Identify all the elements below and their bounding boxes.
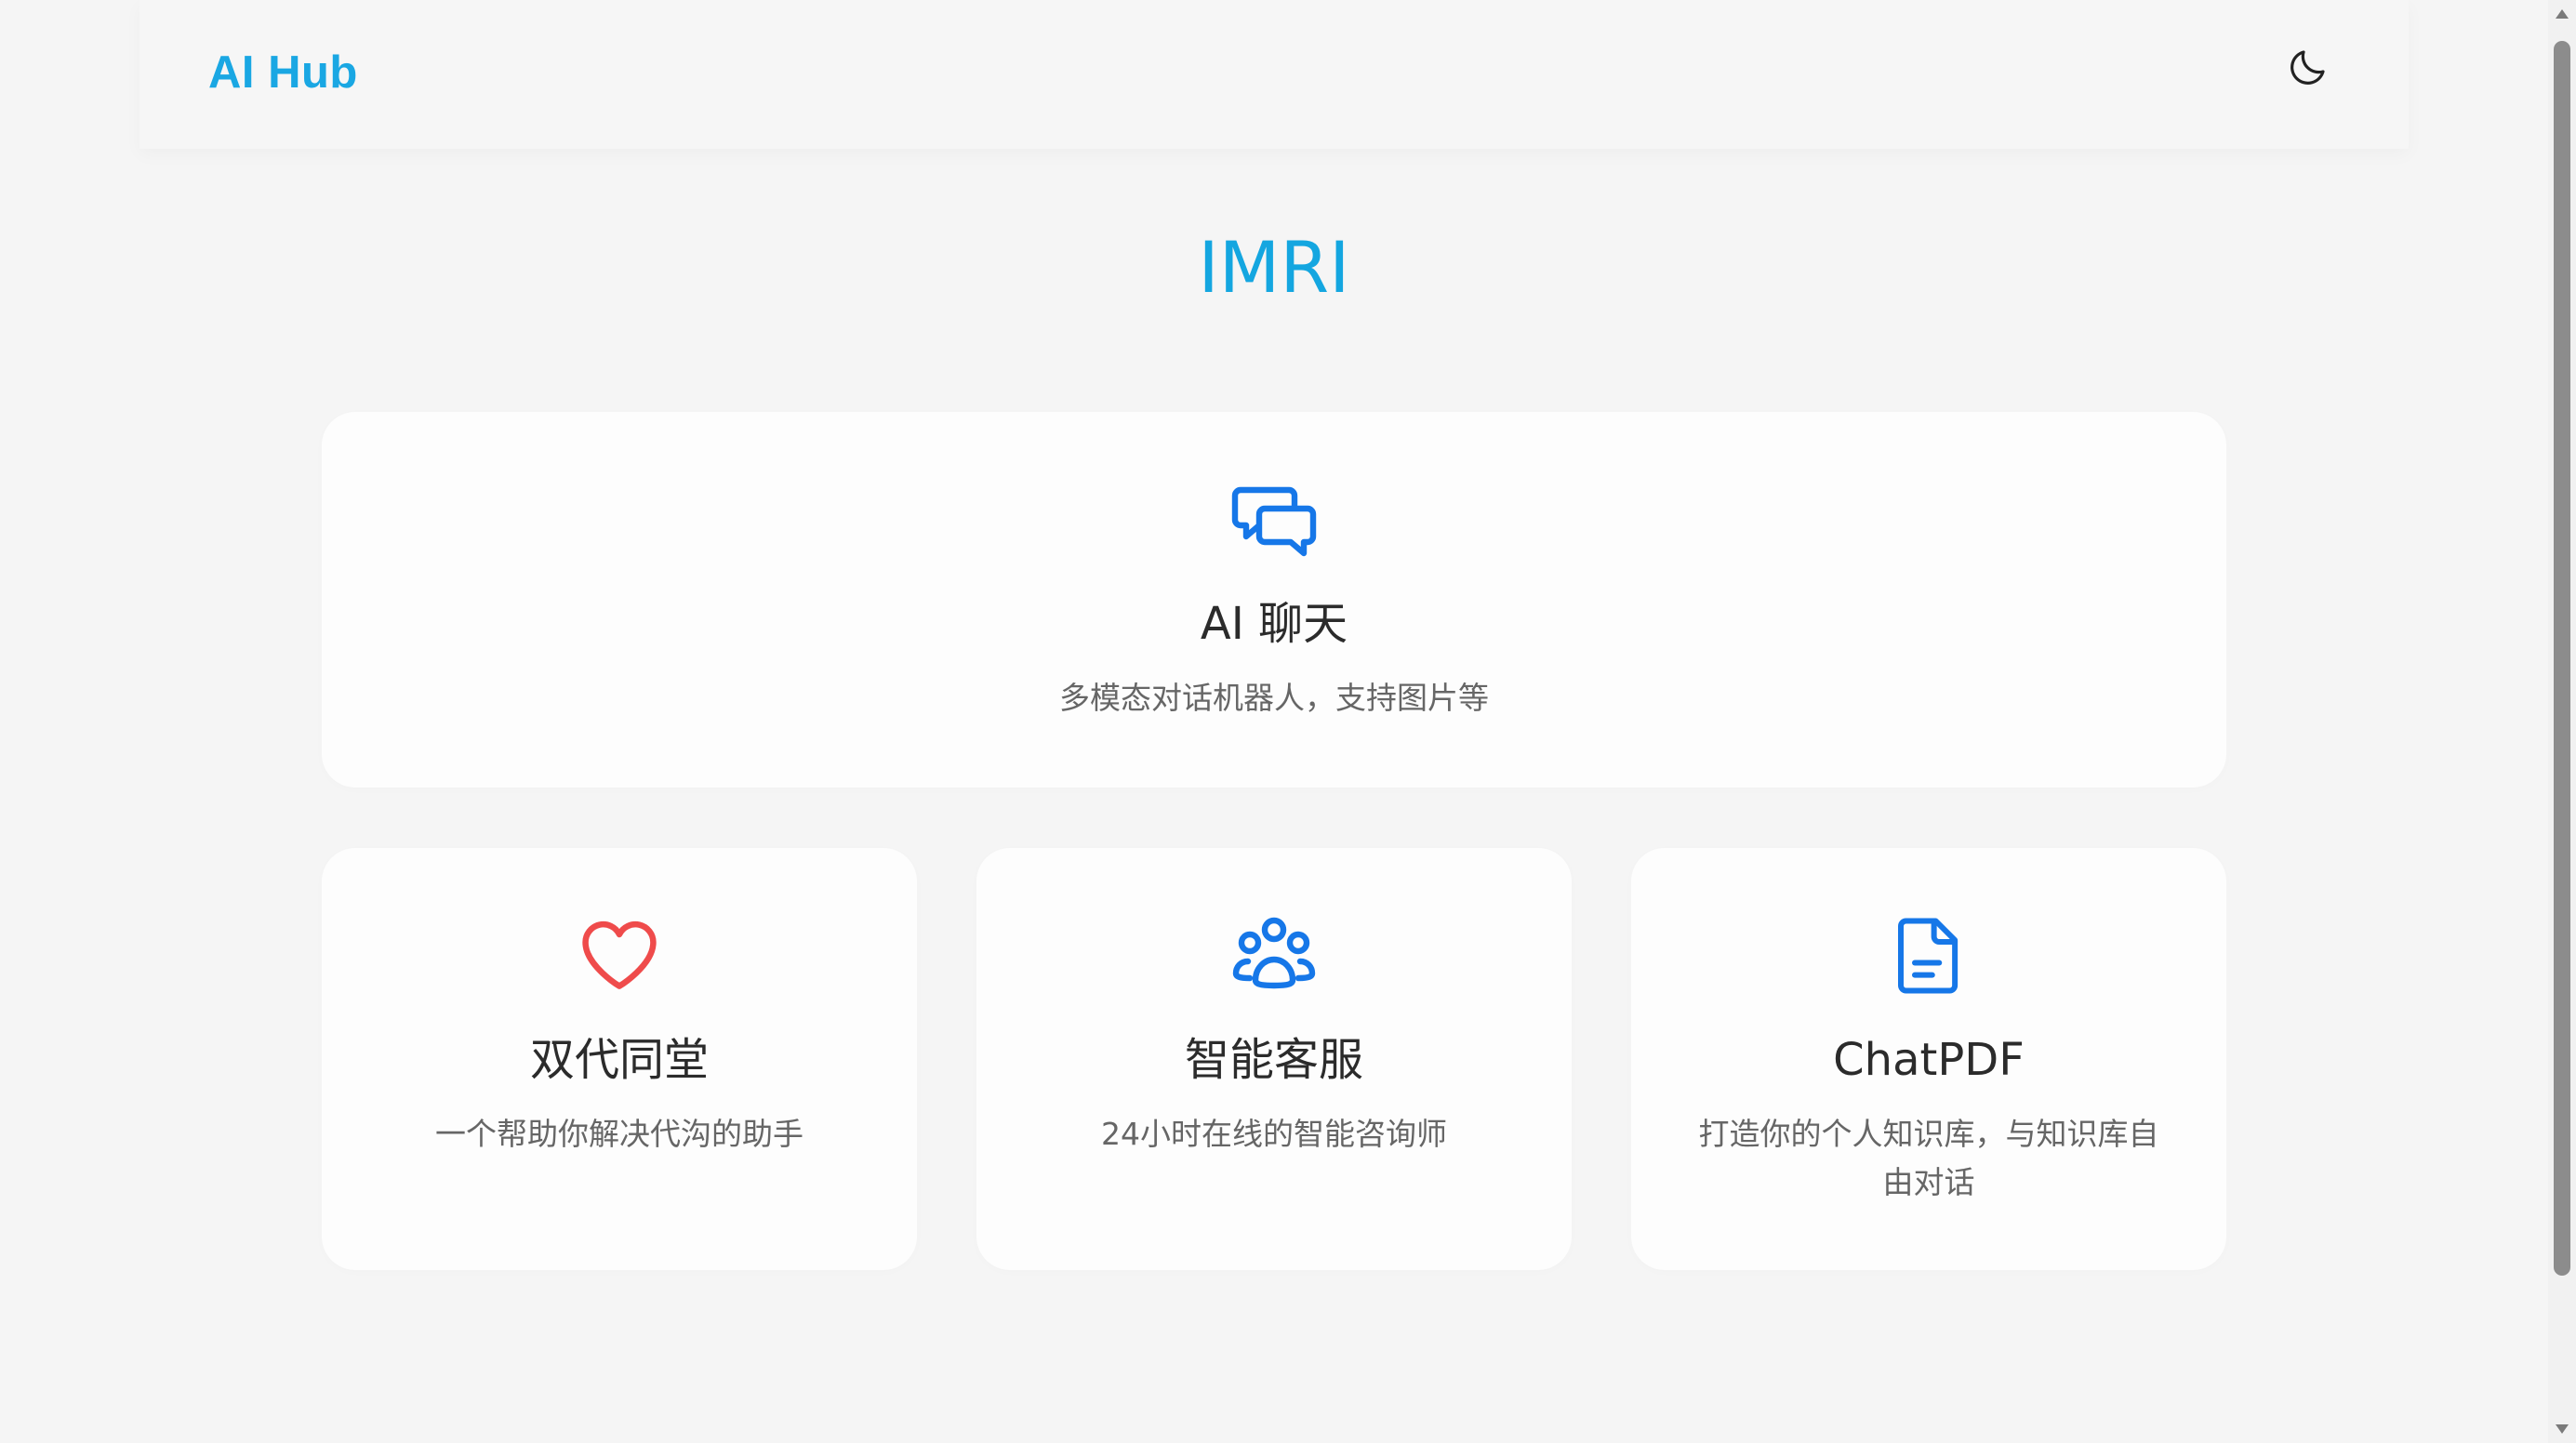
document-icon [1898,918,1959,994]
scrollbar-thumb[interactable] [2554,41,2570,1276]
card-description: 打造你的个人知识库，与知识库自由对话 [1698,1116,2159,1200]
card-chatpdf[interactable]: ChatPDF 打造你的个人知识库，与知识库自由对话 [1631,848,2226,1270]
scroll-up-arrow-icon[interactable] [2548,0,2576,28]
card-description: 多模态对话机器人，支持图片等 [1059,680,1489,716]
card-icon-wrap [573,909,666,1002]
card-title: ChatPDF [1833,1034,2025,1086]
heart-icon [582,920,657,989]
viewport: AI Hub IMRI AI 聊天 多模态对话机器人，支持图片等 双代同堂 一个… [0,0,2548,1443]
scroll-down-arrow-icon[interactable] [2548,1415,2576,1443]
card-smart-service[interactable]: 智能客服 24小时在线的智能咨询师 [976,848,1572,1270]
theme-toggle-button[interactable] [2282,41,2334,93]
card-ai-chat[interactable]: AI 聊天 多模态对话机器人，支持图片等 [322,412,2226,788]
page-title: IMRI [1198,226,1350,309]
card-description: 一个帮助你解决代沟的助手 [435,1116,803,1152]
page: AI Hub IMRI AI 聊天 多模态对话机器人，支持图片等 双代同堂 一个… [0,0,2576,1443]
users-group-icon [1232,917,1316,989]
card-title: AI 聊天 [1200,598,1348,650]
card-icon-wrap [1228,909,1321,1002]
moon-icon [2291,50,2325,85]
vertical-scrollbar[interactable] [2548,0,2576,1443]
chat-bubbles-icon [1231,486,1317,557]
card-title: 双代同堂 [529,1034,709,1086]
card-title: 智能客服 [1184,1034,1363,1086]
card-icon-wrap [1882,909,1975,1002]
card-description: 24小时在线的智能咨询师 [1101,1116,1447,1152]
top-navbar [139,0,2409,149]
card-icon-wrap [1228,473,1321,566]
app-logo[interactable]: AI Hub [208,45,358,100]
card-two-generations[interactable]: 双代同堂 一个帮助你解决代沟的助手 [322,848,917,1270]
